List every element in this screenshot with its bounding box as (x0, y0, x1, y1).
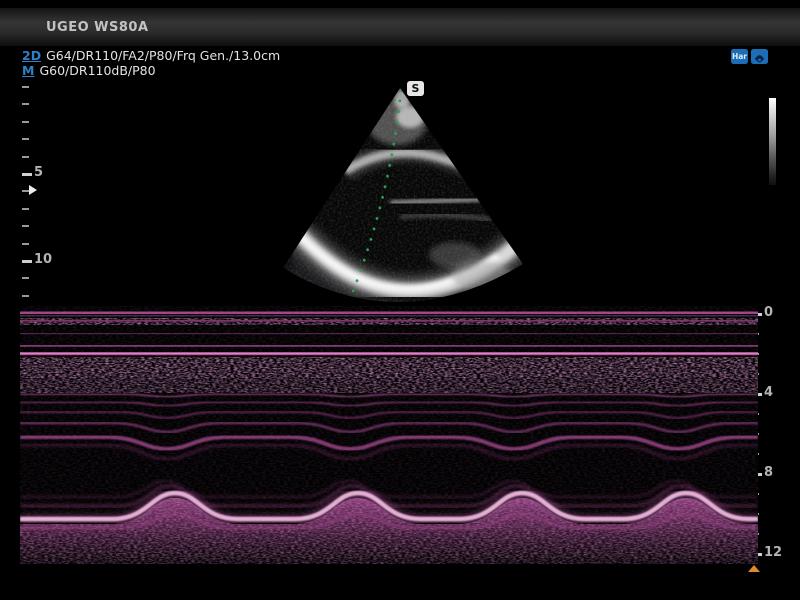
scale-tick (22, 260, 32, 263)
2d-sector-image (250, 70, 560, 320)
scale-tick (22, 121, 29, 123)
focus-marker-icon (29, 185, 37, 195)
mode-label-m: M (22, 63, 34, 78)
scale-tick (22, 86, 29, 88)
harmonic-label: Har (732, 52, 747, 61)
grayscale-bar (769, 98, 776, 185)
system-title: UGEO WS80A (46, 20, 149, 35)
title-bar: UGEO WS80A (0, 8, 800, 46)
scale-label: 4 (764, 386, 773, 400)
scale-tick (22, 225, 29, 227)
scale-label: 10 (34, 253, 52, 267)
scale-label: 0 (764, 306, 773, 320)
scale-label: 5 (34, 166, 43, 180)
mmode-trace-image (20, 306, 758, 572)
scale-tick (22, 243, 29, 245)
probe-badge (751, 49, 768, 64)
probe-icon (753, 50, 766, 63)
mode-params-m: G60/DR110dB/P80 (39, 63, 155, 78)
scale-tick (22, 190, 29, 192)
scale-label: 12 (764, 546, 782, 560)
scale-label: 8 (764, 466, 773, 480)
harmonic-badge: Har (731, 49, 748, 64)
sweep-position-icon (748, 565, 760, 572)
scale-tick (22, 156, 29, 158)
ultrasound-display: UGEO WS80A 2D G64/DR110/FA2/P80/Frq Gen.… (0, 0, 800, 600)
mode-label-2d: 2D (22, 48, 41, 63)
mode-info-2d: 2D G64/DR110/FA2/P80/Frq Gen./13.0cm (22, 48, 280, 62)
mode-info-m: M G60/DR110dB/P80 (22, 63, 156, 77)
mode-params-2d: G64/DR110/FA2/P80/Frq Gen./13.0cm (46, 48, 280, 63)
scale-tick (22, 138, 29, 140)
scale-tick (22, 295, 29, 297)
status-badges: Har (731, 49, 768, 64)
scale-tick (22, 208, 29, 210)
scale-tick (22, 277, 29, 279)
scale-tick (22, 103, 29, 105)
orientation-marker: S (407, 81, 424, 96)
scale-tick (22, 173, 32, 176)
